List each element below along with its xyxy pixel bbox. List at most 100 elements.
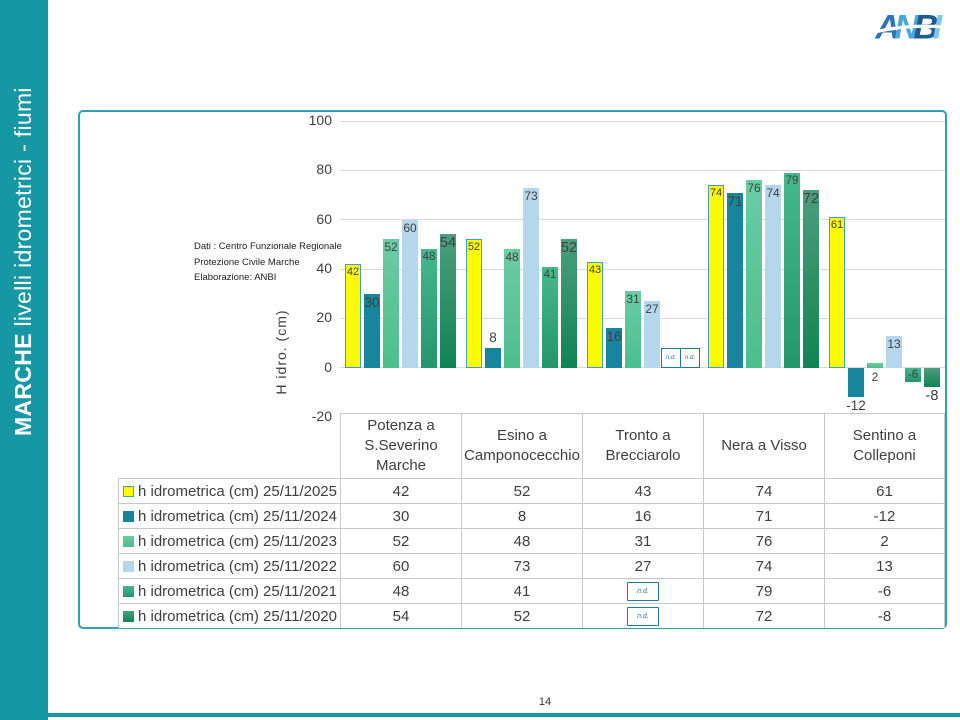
- gridline: [340, 120, 945, 122]
- table-row: h idrometrica (cm) 25/11/2023 52 48 31 76 2: [118, 528, 945, 553]
- table-value-cell: 2: [824, 528, 945, 553]
- table-value-cell: 48: [340, 578, 461, 603]
- table-header-row: Potenza a S.Severino Marche Esino a Campo…: [118, 413, 945, 478]
- table-value-cell: -6: [824, 578, 945, 603]
- table-row: h idrometrica (cm) 25/11/2022 60 73 27 74 13: [118, 553, 945, 578]
- chart-bar: [867, 362, 883, 368]
- y-axis-tick: 100: [308, 112, 332, 128]
- gridline: [340, 219, 945, 221]
- series-row-label: h idrometrica (cm) 25/11/2022: [118, 553, 340, 578]
- y-axis-tick: 40: [316, 260, 332, 276]
- table-row: h idrometrica (cm) 25/11/2024 30 8 16 71 -12: [118, 503, 945, 528]
- table-value-cell: 52: [461, 603, 582, 628]
- chart-bar: [542, 266, 558, 368]
- table-header-cell: Nera a Visso: [703, 413, 824, 478]
- chart-bar: [421, 249, 437, 368]
- table-value-cell: 71: [703, 503, 824, 528]
- series-name: h idrometrica (cm) 25/11/2022: [138, 557, 337, 575]
- bar-value-label: 2: [871, 369, 879, 384]
- table-row: h idrometrica (cm) 25/11/2021 48 41 n.d. 79-…: [118, 578, 945, 603]
- table-value-cell: 27: [582, 553, 703, 578]
- gridline: [340, 169, 945, 171]
- chart-bar: [402, 219, 418, 368]
- page-title-subject: livelli idrometrici - fiumi: [10, 87, 36, 334]
- table-header-cell: Esino a Camponocecchio: [461, 413, 582, 478]
- series-row-label: h idrometrica (cm) 25/11/2023: [118, 528, 340, 553]
- page-title: MARCHE livelli idrometrici - fiumi: [10, 87, 37, 436]
- sidebar-banner: MARCHE livelli idrometrici - fiumi: [0, 0, 48, 720]
- legend-swatch: [123, 510, 134, 522]
- chart-bar: [587, 261, 603, 368]
- chart-bar: [727, 192, 743, 368]
- legend-swatch: [123, 560, 134, 572]
- chart-bar: [924, 367, 940, 388]
- anbi-logo: ANBI: [868, 4, 958, 50]
- table-value-cell: 76: [703, 528, 824, 553]
- page-number: 14: [538, 696, 552, 708]
- legend-swatch: [123, 585, 134, 597]
- table-value-cell: 30: [340, 503, 461, 528]
- bar-value-label: -8: [925, 388, 939, 405]
- chart-bar: [765, 185, 781, 368]
- data-table: Potenza a S.Severino Marche Esino a Campo…: [118, 413, 945, 628]
- chart-bar: [466, 239, 482, 368]
- table-value-cell: 42: [340, 478, 461, 503]
- series-name: h idrometrica (cm) 25/11/2021: [138, 582, 337, 600]
- bar-value-label: 13: [887, 336, 901, 351]
- chart-bar: [440, 234, 456, 368]
- table-header-spacer: [118, 413, 340, 478]
- bar-value-label: 52: [560, 240, 578, 257]
- bar-value-label: 27: [645, 302, 659, 317]
- table-value-cell: 52: [461, 478, 582, 503]
- nd-marker: n.d.: [661, 347, 681, 368]
- table-row: h idrometrica (cm) 25/11/2025 42 52 43 74 61: [118, 478, 945, 503]
- table-row: h idrometrica (cm) 25/11/2020 54 52 n.d. 72-…: [118, 603, 945, 628]
- y-axis-tick: 80: [316, 161, 332, 178]
- nd-marker: n.d.: [627, 581, 659, 601]
- anbi-logo-graphic: ANBI: [868, 8, 958, 46]
- nd-label: n.d.: [665, 354, 676, 361]
- table-value-cell: 13: [824, 553, 945, 578]
- nd-marker: n.d.: [627, 606, 659, 626]
- bar-value-label: 72: [802, 191, 820, 208]
- bar-value-label: 43: [588, 263, 602, 276]
- table-header-cell: Tronto a Brecciarolo: [582, 413, 703, 478]
- chart-bar: [829, 217, 845, 368]
- table-value-cell: 48: [461, 528, 582, 553]
- legend-swatch: [123, 610, 134, 622]
- bar-value-label: 73: [524, 188, 538, 203]
- table-value-cell: 43: [582, 478, 703, 503]
- page-title-region: MARCHE: [10, 333, 36, 436]
- table-value-cell: 54: [340, 603, 461, 628]
- table-value-cell: n.d.: [582, 578, 703, 603]
- nd-marker: n.d.: [680, 347, 700, 368]
- table-value-cell: 16: [582, 503, 703, 528]
- chart-bar: [746, 180, 762, 368]
- series-row-label: h idrometrica (cm) 25/11/2024: [118, 503, 340, 528]
- table-value-cell: 31: [582, 528, 703, 553]
- series-name: h idrometrica (cm) 25/11/2025: [138, 482, 337, 500]
- bar-value-label: 52: [467, 241, 481, 254]
- table-value-cell: 60: [340, 553, 461, 578]
- table-value-cell: -12: [824, 503, 945, 528]
- legend-swatch: [123, 485, 134, 497]
- chart-bar: [561, 239, 577, 368]
- table-value-cell: 52: [340, 528, 461, 553]
- table-value-cell: -8: [824, 603, 945, 628]
- chart-bar: [485, 347, 501, 368]
- table-value-cell: 41: [461, 578, 582, 603]
- series-row-label: h idrometrica (cm) 25/11/2025: [118, 478, 340, 503]
- series-name: h idrometrica (cm) 25/11/2023: [138, 532, 337, 550]
- table-value-cell: 74: [703, 478, 824, 503]
- bar-value-label: 60: [403, 220, 417, 235]
- series-row-label: h idrometrica (cm) 25/11/2021: [118, 578, 340, 603]
- y-axis-tick: 60: [316, 210, 332, 227]
- bar-chart: 42 30 52 60 48 54 52 8 48 73 41 52 43 16 31 27 n.d. n.d. 7…: [340, 120, 945, 418]
- table-value-cell: 73: [461, 553, 582, 578]
- table-value-cell: 74: [703, 553, 824, 578]
- nd-label: n.d.: [637, 587, 649, 595]
- series-name: h idrometrica (cm) 25/11/2024: [138, 507, 337, 525]
- chart-bar: [504, 249, 520, 368]
- table-value-cell: 72: [703, 603, 824, 628]
- nd-label: n.d.: [637, 612, 649, 620]
